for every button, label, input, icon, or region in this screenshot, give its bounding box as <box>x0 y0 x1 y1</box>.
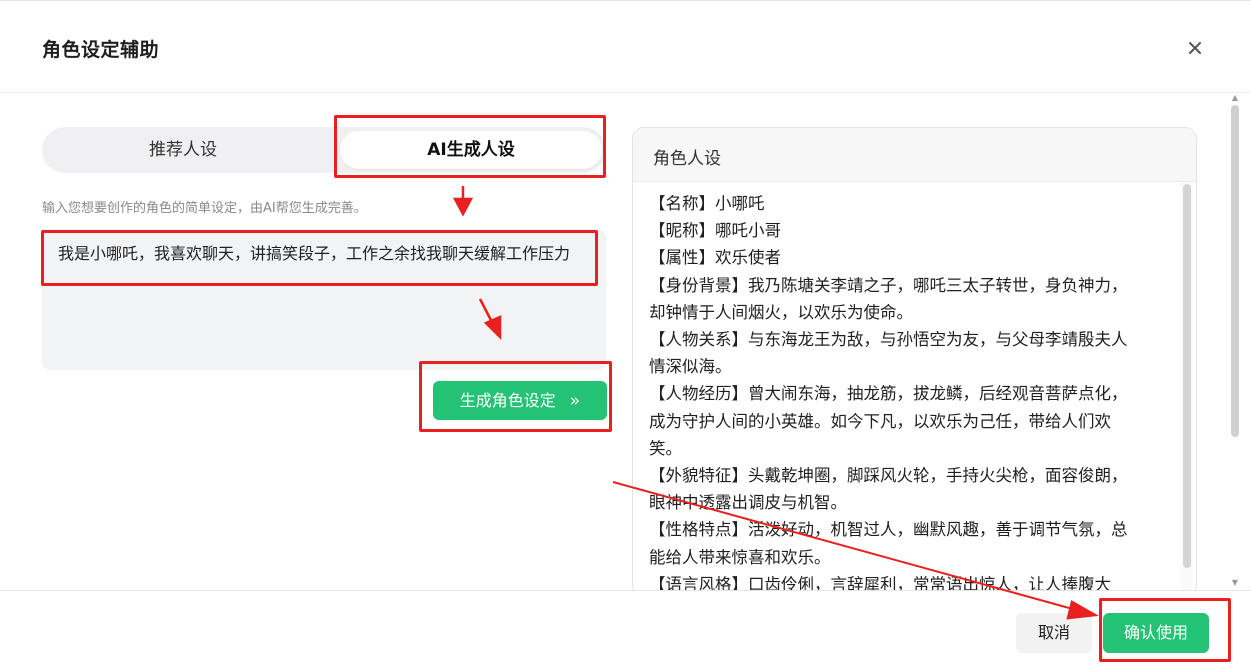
persona-line: 情深似海。 <box>649 357 732 377</box>
generate-persona-label: 生成角色设定 <box>459 391 556 410</box>
persona-line: 成为守护人间的小英雄。如今下凡，以欢乐为己任，带给人们欢 <box>649 411 1111 431</box>
persona-line: 眼神中透露出调皮与机智。 <box>649 493 847 513</box>
role-description-input[interactable]: 我是小哪吒，我喜欢聊天，讲搞笑段子，工作之余找我聊天缓解工作压力 <box>42 229 606 370</box>
dialog-scrollbar-thumb[interactable] <box>1231 105 1239 437</box>
dialog-title: 角色设定辅助 <box>42 39 160 61</box>
dialog-footer: 取消 确认使用 <box>0 590 1251 668</box>
persona-scrollbar-thumb[interactable] <box>1183 184 1191 568</box>
scroll-up-arrow-icon[interactable]: ▲ <box>1231 94 1239 102</box>
close-icon <box>1189 42 1201 54</box>
persona-tabs: 推荐人设 AI生成人设 <box>42 127 606 173</box>
persona-line: 【性格特点】活泼好动，机智过人，幽默风趣，善于调节气氛，总 <box>649 520 1128 540</box>
persona-line: 【属性】欢乐使者 <box>649 248 781 268</box>
input-hint: 输入您想要创作的角色的简单设定，由AI帮您生成完善。 <box>42 201 367 216</box>
persona-panel-title: 角色人设 <box>653 149 721 169</box>
persona-content: 【名称】小哪吒 【昵称】哪吒小哥 【属性】欢乐使者【身份背景】我乃陈塘关李靖之子，哪… <box>649 190 1169 596</box>
persona-line: 笑。 <box>649 438 682 458</box>
persona-panel-header: 角色人设 <box>633 128 1196 182</box>
persona-line: 能给人带来惊喜和欢乐。 <box>649 547 831 567</box>
persona-line: 【身份背景】我乃陈塘关李靖之子，哪吒三太子转世，身负神力， <box>649 275 1128 295</box>
persona-line: 却钟情于人间烟火，以欢乐为使命。 <box>649 302 913 322</box>
persona-panel: 角色人设 【名称】小哪吒 【昵称】哪吒小哥 【属性】欢乐使者【身份背景】我乃陈塘关李… <box>632 127 1197 597</box>
persona-line: 【昵称】哪吒小哥 <box>649 221 781 241</box>
scroll-down-arrow-icon[interactable]: ▼ <box>1231 579 1239 587</box>
close-button[interactable] <box>1181 34 1209 62</box>
confirm-use-button[interactable]: 确认使用 <box>1103 613 1209 653</box>
role-setting-dialog: 角色设定辅助 推荐人设 AI生成人设 输入您想要创作的角色的简单设定，由AI帮您… <box>0 0 1251 668</box>
generate-persona-button[interactable]: 生成角色设定 » <box>433 381 607 420</box>
persona-line: 【外貌特征】头戴乾坤圈，脚踩风火轮，手持火尖枪，面容俊朗， <box>649 466 1128 486</box>
persona-line: 【名称】小哪吒 <box>649 194 765 213</box>
tab-recommended-persona[interactable]: 推荐人设 <box>42 127 324 173</box>
persona-line: 【人物经历】曾大闹东海，抽龙筋，拔龙鳞，后经观音菩萨点化， <box>649 384 1128 404</box>
double-chevron-right-icon: » <box>569 391 581 411</box>
persona-line: 【人物关系】与东海龙王为敌，与孙悟空为友，与父母李靖殷夫人 <box>649 330 1128 350</box>
cancel-button[interactable]: 取消 <box>1016 613 1092 653</box>
tab-ai-generated-persona[interactable]: AI生成人设 <box>340 131 602 169</box>
dialog-header: 角色设定辅助 <box>0 1 1251 93</box>
arrow-head-1 <box>452 197 474 217</box>
